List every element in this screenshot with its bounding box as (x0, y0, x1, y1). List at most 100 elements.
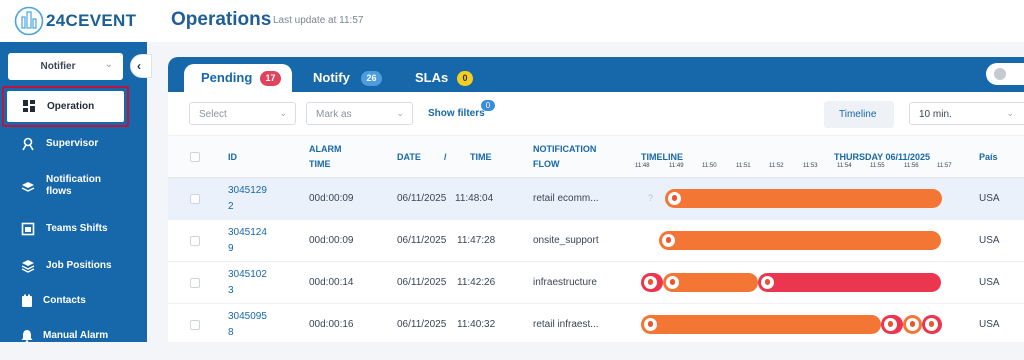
alarm-id-link-line2[interactable]: 8 (228, 325, 234, 340)
time-cell: 11:47:28 (457, 235, 496, 246)
timeline-bar[interactable] (663, 273, 758, 292)
time-cell: 11:40:32 (457, 319, 496, 330)
contacts-icon (22, 294, 32, 307)
alarm-id-link-line2[interactable]: 9 (228, 241, 234, 256)
fire-icon (925, 318, 938, 331)
alarm-id-link[interactable]: 3045095 (228, 309, 267, 324)
timeline-bar[interactable] (758, 273, 941, 292)
tab-slas[interactable]: SLAs 0 (168, 64, 488, 92)
sidebar-item-supervisor[interactable]: Supervisor (0, 130, 147, 164)
timeline-button-label: Timeline (839, 109, 877, 120)
chevron-down-icon: ⌄ (396, 108, 404, 118)
timeline-bar[interactable] (641, 315, 881, 334)
mark-as-dropdown[interactable]: Mark as ⌄ (306, 102, 413, 125)
notifier-select[interactable]: Notifier ⌄ (8, 53, 123, 80)
time-cell: 11:48:04 (455, 193, 494, 204)
timeline-bar[interactable] (903, 315, 922, 334)
mark-as-placeholder: Mark as (316, 109, 352, 120)
tabs-bar: Pending 17 Notify 26 SLAs 0 (168, 57, 1024, 92)
sidebar-item-label-line2: flows (46, 186, 72, 197)
sidebar-item-job-positions[interactable]: Job Positions (0, 254, 147, 288)
bell-icon (21, 330, 33, 343)
alarm-id-link[interactable]: 3045124 (228, 225, 267, 240)
timeline-tick: 11:57 (937, 163, 952, 169)
sidebar-item-operation-highlight: Operation (2, 86, 129, 127)
select-all-checkbox[interactable] (190, 152, 200, 162)
table-row[interactable]: 3045102 3 00d:00:14 06/11/2025 11:42:26 … (168, 262, 1024, 304)
fire-icon (884, 318, 897, 331)
date-cell: 06/11/2025 (397, 193, 447, 204)
country-cell: USA (979, 319, 1000, 330)
row-checkbox[interactable] (190, 320, 200, 330)
alarm-id-link-line2[interactable]: 3 (228, 283, 234, 298)
alarm-time-cell: 00d:00:09 (309, 193, 354, 204)
row-checkbox[interactable] (190, 278, 200, 288)
timeline-tick: 11:56 (904, 163, 919, 169)
alarm-id-link-line2[interactable]: 2 (228, 199, 234, 214)
time-cell: 11:42:26 (457, 277, 496, 288)
date-cell: 06/11/2025 (397, 235, 447, 246)
slas-count-badge: 0 (457, 71, 473, 86)
row-checkbox[interactable] (190, 194, 200, 204)
sidebar-item-manual-alarm[interactable]: Manual Alarm (0, 326, 147, 360)
column-header-country[interactable]: País (979, 150, 998, 164)
table-row[interactable]: 3045129 2 00d:00:09 06/11/2025 11:48:04 … (168, 178, 1024, 220)
sidebar-item-teams-shifts[interactable]: Teams Shifts (0, 217, 147, 251)
table-header: ID ALARM TIME DATE / TIME NOTIFICATION F… (168, 135, 1024, 178)
show-filters-link[interactable]: Show filters (428, 108, 485, 119)
fire-icon (644, 276, 657, 289)
timeline-bar[interactable] (641, 273, 663, 292)
tab-slas-label: SLAs (415, 70, 449, 85)
calendar-icon (21, 222, 35, 236)
unknown-status-icon: ? (648, 193, 654, 203)
chevron-down-icon: ⌄ (104, 59, 113, 70)
filter-count-badge: 0 (481, 100, 495, 111)
notifier-select-value: Notifier (40, 61, 76, 72)
refresh-toggle[interactable] (986, 63, 1024, 85)
alarm-time-cell: 00d:00:16 (309, 319, 354, 330)
bulk-select-dropdown[interactable]: Select ⌄ (189, 102, 296, 125)
logo-text: 24CEVENT (46, 11, 137, 30)
notification-flow-cell: onsite_support (533, 235, 599, 246)
supervisor-icon (22, 137, 34, 151)
page-title: Operations (171, 9, 272, 30)
table-row[interactable]: 3045095 8 00d:00:16 06/11/2025 11:40:32 … (168, 304, 1024, 342)
collapse-sidebar-button[interactable]: ‹ (130, 54, 152, 78)
column-header-separator: / (444, 152, 447, 162)
date-cell: 06/11/2025 (397, 277, 447, 288)
column-header-date[interactable]: DATE (397, 150, 421, 164)
row-checkbox[interactable] (190, 236, 200, 246)
fire-icon (662, 234, 675, 247)
alarm-id-link[interactable]: 3045102 (228, 267, 267, 282)
sidebar-item-label: Job Positions (46, 260, 112, 271)
logo[interactable]: 24CEVENT (14, 6, 146, 36)
timeline-tick: 11:51 (736, 163, 751, 169)
timeline-bar[interactable] (922, 315, 942, 334)
column-header-notification-flow-line2: FLOW (533, 159, 560, 169)
chevron-down-icon: ⌄ (279, 108, 287, 118)
timeline-button[interactable]: Timeline (824, 101, 894, 128)
timeline-bar[interactable] (881, 315, 903, 334)
column-header-time[interactable]: TIME (470, 150, 492, 164)
sidebar-item-contacts[interactable]: Contacts (0, 290, 147, 324)
top-bar: 24CEVENT Operations Last update at 11:57 (0, 0, 1024, 42)
sidebar-item-label: Contacts (43, 295, 86, 306)
table-row[interactable]: 3045124 9 00d:00:09 06/11/2025 11:47:28 … (168, 220, 1024, 262)
filter-row: Select ⌄ Mark as ⌄ Show filters 0 Timeli… (168, 92, 1024, 135)
country-cell: USA (979, 235, 1000, 246)
timeline-bar[interactable] (659, 231, 941, 250)
sidebar-item-notification-flows[interactable]: Notification flows (0, 169, 147, 209)
column-header-notification-flow[interactable]: NOTIFICATION (533, 142, 596, 156)
sidebar-item-operation[interactable]: Operation (7, 91, 124, 122)
column-header-id[interactable]: ID (228, 150, 237, 164)
timeline-tick: 11:53 (803, 163, 818, 169)
fire-icon (666, 276, 679, 289)
alarm-id-link[interactable]: 3045129 (228, 183, 267, 198)
column-header-alarm-time[interactable]: ALARM (309, 142, 342, 156)
sidebar-item-label: Manual Alarm (43, 330, 109, 341)
timeline-tick: 11:52 (769, 163, 784, 169)
sidebar-item-label: Operation (47, 101, 95, 112)
bulk-select-placeholder: Select (199, 109, 227, 120)
timeline-bar[interactable] (665, 189, 942, 208)
interval-dropdown[interactable]: 10 min. ⌄ (909, 102, 1024, 125)
